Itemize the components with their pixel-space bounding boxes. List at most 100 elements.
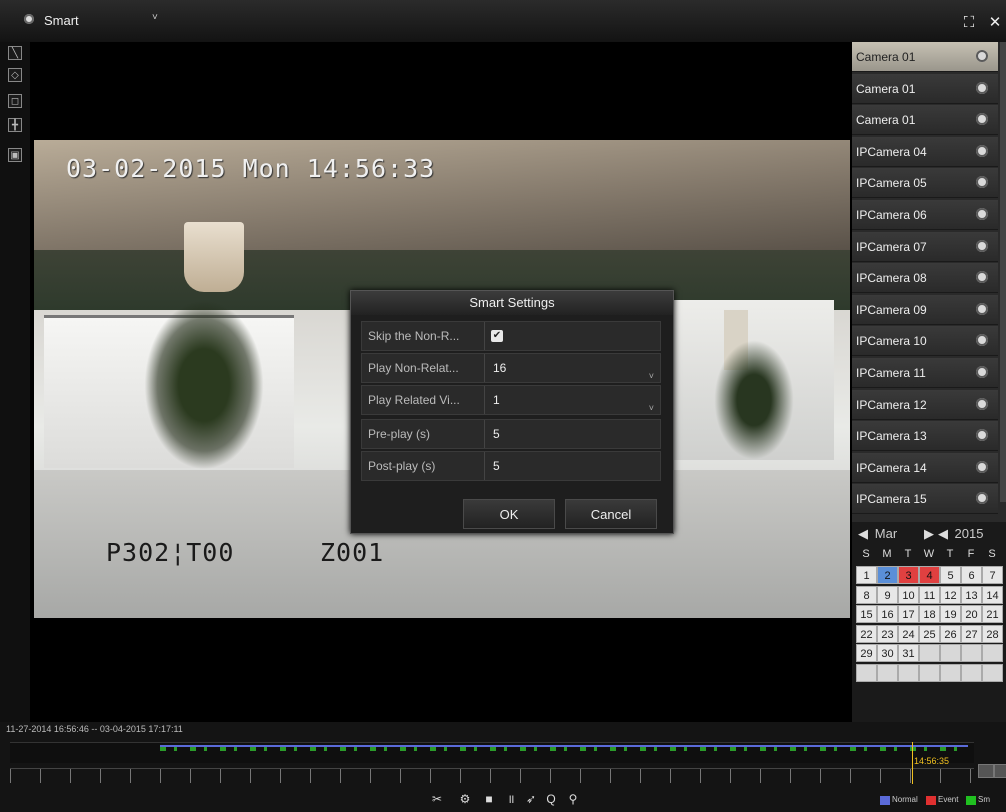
camera-item[interactable]: IPCamera 04 <box>852 136 998 167</box>
calendar-day[interactable]: 24 <box>898 624 919 643</box>
calendar-day[interactable]: 8 <box>856 585 877 604</box>
rectangle-tool-icon[interactable]: ◻ <box>8 94 22 108</box>
camera-icon <box>976 113 988 126</box>
fullscreen-icon[interactable]: ⛶ <box>960 14 978 32</box>
timeline-track[interactable] <box>10 742 974 763</box>
next-month-icon[interactable]: ▶ <box>924 526 934 542</box>
pause-icon[interactable]: ॥ <box>504 792 518 806</box>
calendar-day[interactable]: 21 <box>982 605 1003 624</box>
calendar-day[interactable]: 3 <box>898 566 919 584</box>
zoom-icon[interactable]: Q <box>544 792 558 806</box>
mode-value: Smart <box>44 13 79 28</box>
calendar-day[interactable]: 26 <box>940 624 961 643</box>
calendar-day[interactable]: 2 <box>877 566 898 584</box>
calendar-day[interactable]: 5 <box>940 566 961 584</box>
calendar-day[interactable]: 12 <box>940 585 961 604</box>
calendar-day[interactable]: 30 <box>877 644 898 663</box>
mode-select[interactable]: Smart ˅ <box>40 12 190 30</box>
skip-non-related-row: Skip the Non-R... ✔ <box>361 321 661 351</box>
camera-name: Camera 01 <box>856 113 916 128</box>
camera-item[interactable]: IPCamera 07 <box>852 231 998 262</box>
camera-item[interactable]: IPCamera 14 <box>852 452 998 483</box>
calendar-day[interactable]: 23 <box>877 624 898 643</box>
weekday-label: S <box>862 548 870 560</box>
camera-name: Camera 01 <box>856 50 916 64</box>
camera-item[interactable]: IPCamera 15 <box>852 484 998 515</box>
zoom-in-button[interactable] <box>994 764 1006 778</box>
diamond-tool-icon[interactable]: ◇ <box>8 68 22 82</box>
prev-month-icon[interactable]: ◀ <box>858 526 868 542</box>
calendar-day[interactable]: 1 <box>856 566 877 584</box>
zoom-out-button[interactable] <box>978 764 994 778</box>
calendar-day[interactable]: 22 <box>856 624 877 643</box>
calendar-day[interactable]: 11 <box>919 585 940 604</box>
pre-play-input[interactable]: 5 <box>484 420 660 448</box>
play-related-select[interactable]: 1 ˅ <box>484 386 660 414</box>
camera-name: IPCamera 15 <box>856 492 927 507</box>
post-play-input[interactable]: 5 <box>484 452 660 480</box>
calendar-day[interactable]: 31 <box>898 644 919 663</box>
ok-button[interactable]: OK <box>463 499 555 529</box>
camera-icon <box>976 366 988 378</box>
play-icon[interactable]: ➶ <box>524 792 538 806</box>
camera-icon <box>976 239 988 252</box>
camera-item[interactable]: Camera 01 <box>852 105 998 136</box>
calendar-empty-cell <box>982 644 1003 663</box>
video-lamp <box>184 222 244 292</box>
camera-icon <box>976 492 988 505</box>
video-osd-left: P302¦T00 <box>106 538 235 567</box>
calendar-day[interactable]: 25 <box>919 624 940 643</box>
camera-item[interactable]: Camera 01 <box>852 42 998 72</box>
filter-icon[interactable]: ⚲ <box>566 792 580 806</box>
calendar-empty-cell <box>961 664 982 682</box>
grid-tool-icon[interactable]: ╋ <box>8 118 22 132</box>
calendar-day[interactable]: 27 <box>961 624 982 643</box>
camera-item[interactable]: IPCamera 09 <box>852 294 998 325</box>
calendar-day[interactable]: 19 <box>940 605 961 624</box>
camera-item[interactable]: IPCamera 05 <box>852 168 998 199</box>
calendar-day[interactable]: 16 <box>877 605 898 624</box>
camera-icon <box>976 302 988 315</box>
stop-icon[interactable]: ■ <box>482 792 496 806</box>
camera-item[interactable]: IPCamera 06 <box>852 200 998 230</box>
camera-item[interactable]: IPCamera 11 <box>852 358 998 388</box>
calendar-empty-cell <box>940 644 961 663</box>
camera-name: IPCamera 07 <box>856 239 927 254</box>
calendar-day[interactable]: 4 <box>919 566 940 584</box>
chevron-down-icon: ˅ <box>648 403 654 413</box>
calendar-day[interactable]: 7 <box>982 566 1003 584</box>
camera-item[interactable]: Camera 01 <box>852 73 998 104</box>
cut-icon[interactable]: ✂ <box>430 792 444 806</box>
calendar-day[interactable]: 9 <box>877 585 898 604</box>
camera-list-scrollbar[interactable] <box>1000 42 1006 502</box>
calendar-day[interactable]: 14 <box>982 585 1003 604</box>
smart-settings-dialog: Smart Settings Skip the Non-R... ✔ Play … <box>350 290 674 534</box>
cancel-button[interactable]: Cancel <box>565 499 657 529</box>
timeline-cursor[interactable] <box>912 742 913 784</box>
weekday-label: M <box>882 548 892 560</box>
camera-item[interactable]: IPCamera 08 <box>852 263 998 294</box>
select-value: 1 <box>493 393 500 407</box>
calendar-day[interactable]: 15 <box>856 605 877 624</box>
area-tool-icon[interactable]: ▣ <box>8 148 22 162</box>
calendar-day[interactable]: 13 <box>961 585 982 604</box>
close-icon[interactable]: ✕ <box>986 14 1004 32</box>
camera-item[interactable]: IPCamera 12 <box>852 389 998 420</box>
calendar-day[interactable]: 28 <box>982 624 1003 643</box>
calendar-day[interactable]: 17 <box>898 605 919 624</box>
skip-non-related-checkbox-cell: ✔ <box>484 322 660 350</box>
calendar-day[interactable]: 6 <box>961 566 982 584</box>
row-label: Post-play (s) <box>368 459 436 473</box>
play-non-related-select[interactable]: 16 ˅ <box>484 354 660 382</box>
skip-non-related-checkbox[interactable]: ✔ <box>491 330 503 342</box>
calendar-day[interactable]: 10 <box>898 585 919 604</box>
lock-icon[interactable]: ⚙ <box>458 792 472 806</box>
camera-item[interactable]: IPCamera 10 <box>852 326 998 357</box>
calendar-day[interactable]: 18 <box>919 605 940 624</box>
timeline-current-time: 14:56:35 <box>914 756 950 766</box>
calendar-day[interactable]: 20 <box>961 605 982 624</box>
camera-item[interactable]: IPCamera 13 <box>852 421 998 452</box>
prev-year-icon[interactable]: ◀ <box>938 526 948 542</box>
line-tool-icon[interactable]: ╲ <box>8 46 22 60</box>
calendar-day[interactable]: 29 <box>856 644 877 663</box>
